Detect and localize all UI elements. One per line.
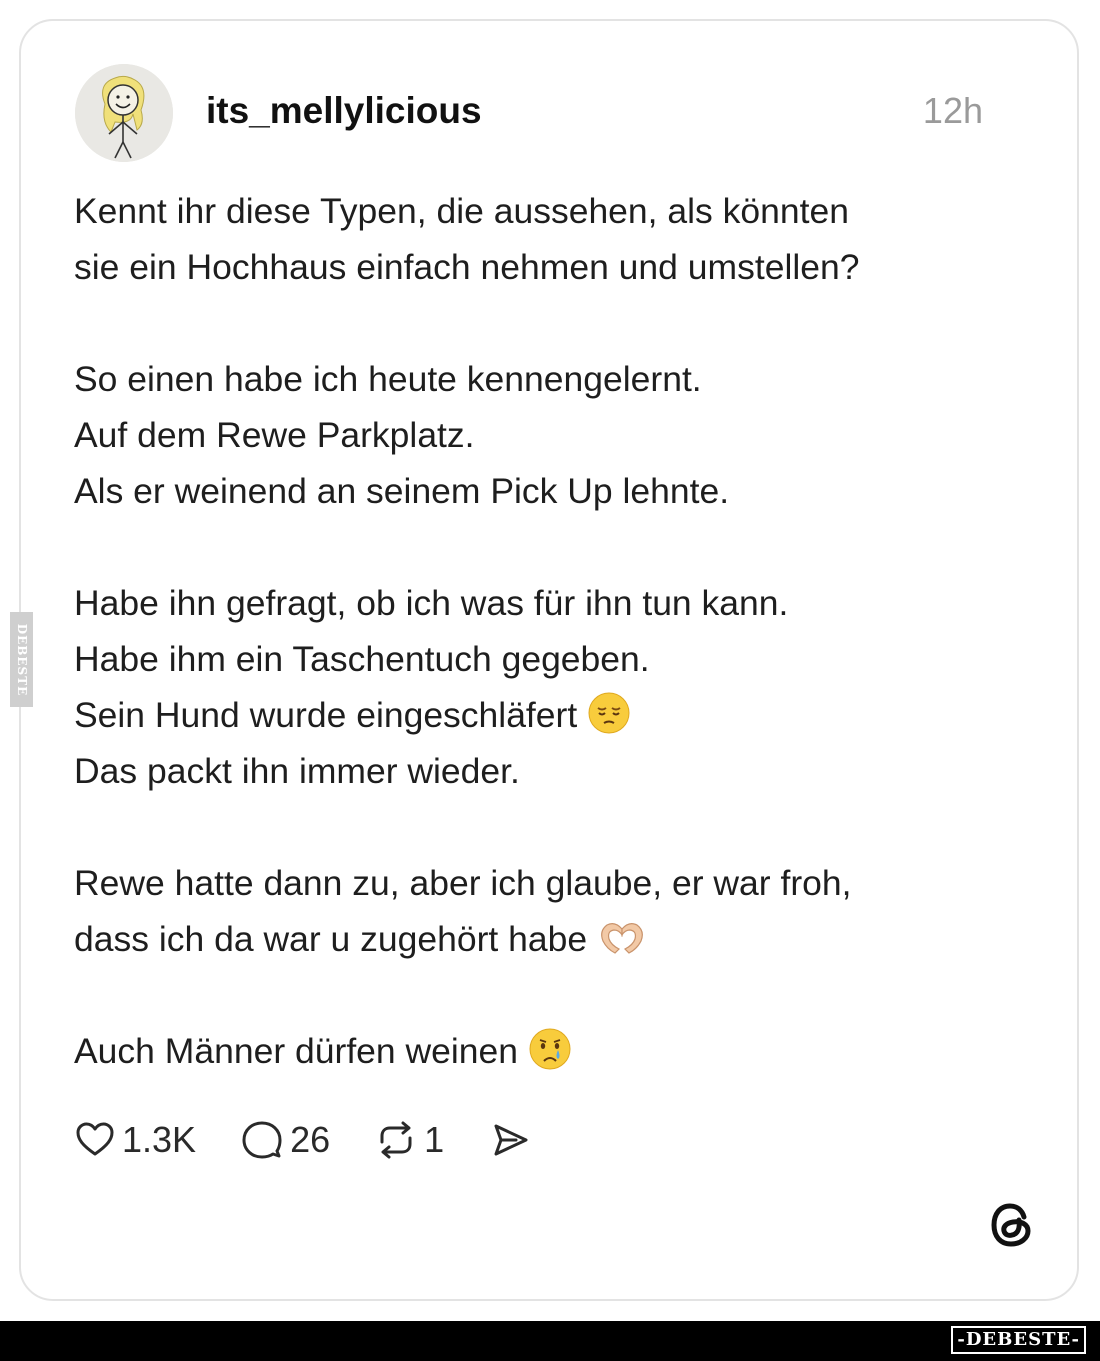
post-line: Als er weinend an seinem Pick Up lehnte. — [74, 471, 730, 511]
post-body: Kennt ihr diese Typen, die aussehen, als… — [74, 183, 1034, 1079]
repost-icon — [380, 1121, 412, 1159]
threads-logo-icon[interactable] — [988, 1200, 1036, 1255]
post-line: So einen habe ich heute kennengelernt. — [74, 359, 702, 399]
post-line-with-emoji: Sein Hund wurde eingeschläfert — [74, 687, 1034, 743]
post-line-with-emoji: dass ich da war u zugehört habe — [74, 911, 1034, 967]
pensive-face-emoji — [587, 691, 631, 751]
comment-bubble-icon — [242, 1121, 282, 1159]
heart-icon — [76, 1122, 114, 1156]
share-send-icon — [494, 1124, 528, 1156]
post-line: Habe ihn gefragt, ob ich was für ihn tun… — [74, 583, 789, 623]
post-line: Auf dem Rewe Parkplatz. — [74, 415, 475, 455]
repost-count: 1 — [424, 1119, 445, 1160]
post-line-text: Auch Männer dürfen weinen — [74, 1031, 519, 1071]
crying-face-emoji — [528, 1027, 572, 1087]
post-line-with-emoji: Auch Männer dürfen weinen — [74, 1023, 1034, 1079]
post-line-text: Sein Hund wurde eingeschläfert — [74, 695, 578, 735]
heart-hands-emoji — [597, 919, 647, 975]
repost-button[interactable]: 1 — [374, 1118, 444, 1162]
post-line: Rewe hatte dann zu, aber ich glaube, er … — [74, 863, 852, 903]
like-count: 1.3K — [122, 1119, 197, 1160]
avatar-drawing-icon — [75, 64, 173, 162]
post-line: Das packt ihn immer wieder. — [74, 751, 520, 791]
footer-watermark: -DEBESTE- — [951, 1326, 1086, 1354]
post-line: sie ein Hochhaus einfach nehmen und umst… — [74, 247, 860, 287]
post-time: 12h — [922, 90, 983, 131]
like-button[interactable]: 1.3K — [74, 1119, 196, 1161]
post-line-text: dass ich da war u zugehört habe — [74, 919, 588, 959]
post-line: Habe ihm ein Taschentuch gegeben. — [74, 639, 650, 679]
comment-count: 26 — [290, 1119, 331, 1160]
side-watermark-text: DEBESTE — [14, 623, 29, 696]
avatar[interactable] — [75, 64, 173, 162]
post-actions: 1.3K 26 1 — [74, 1115, 576, 1165]
post-line: Kennt ihr diese Typen, die aussehen, als… — [74, 191, 849, 231]
side-watermark: DEBESTE — [10, 612, 33, 707]
share-button[interactable] — [488, 1118, 532, 1162]
footer-bar: -DEBESTE- — [0, 1321, 1100, 1361]
comment-button[interactable]: 26 — [240, 1118, 330, 1162]
username[interactable]: its_mellylicious — [206, 90, 482, 132]
